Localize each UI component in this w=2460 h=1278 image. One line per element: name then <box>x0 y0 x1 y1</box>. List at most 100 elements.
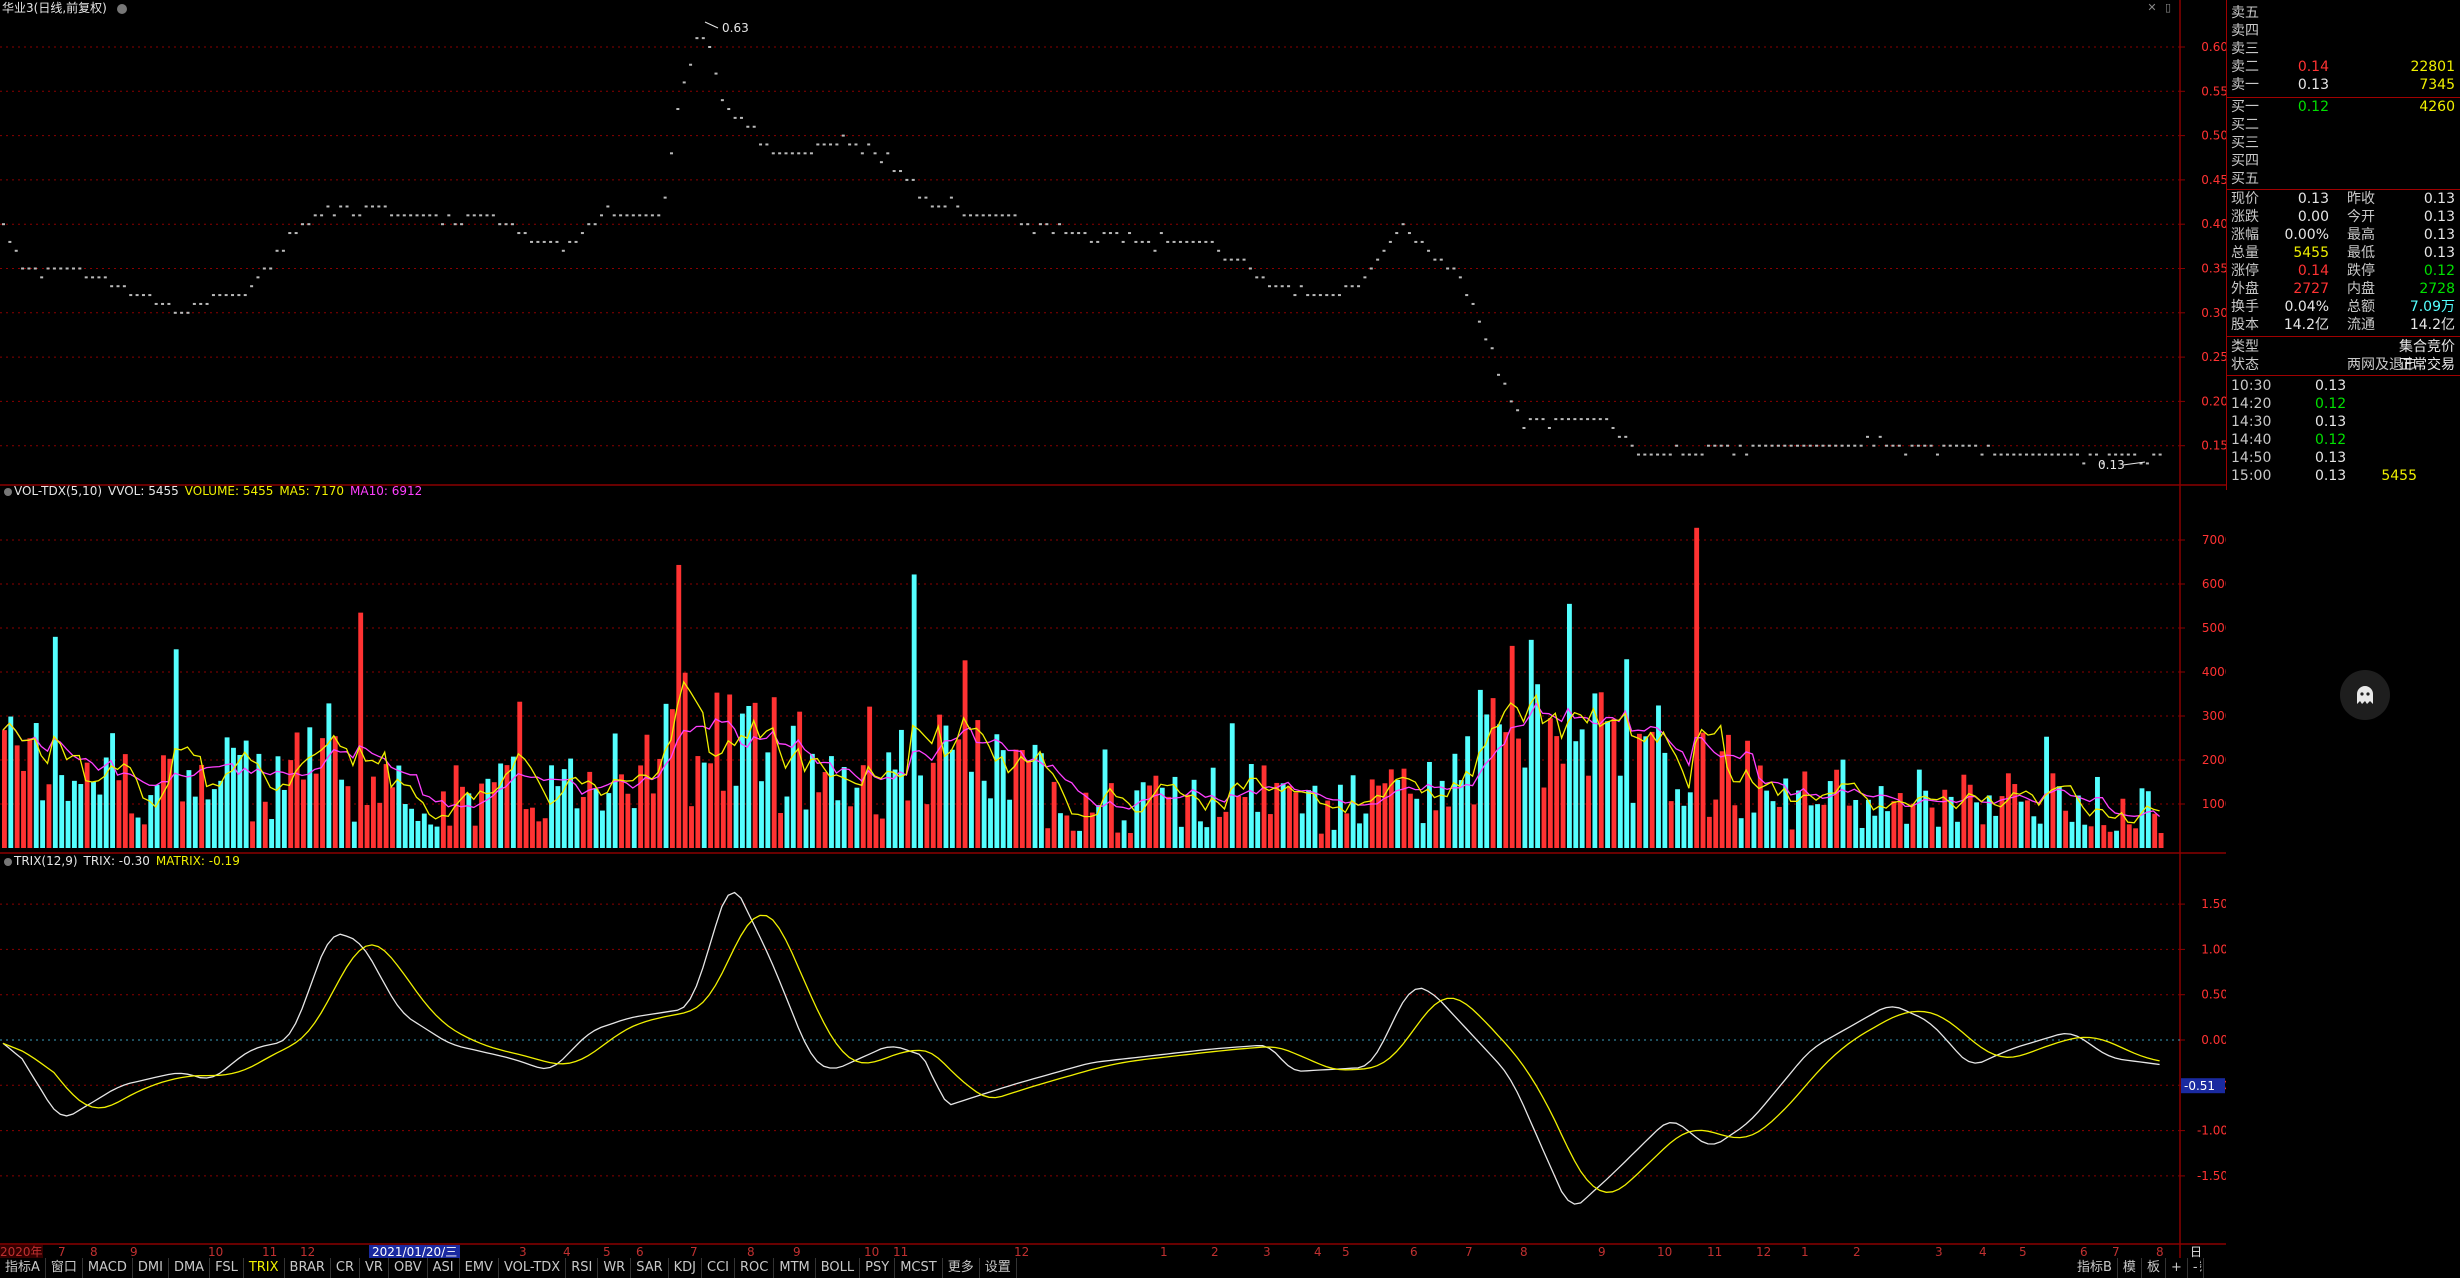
tab-macd[interactable]: MACD <box>83 1258 133 1278</box>
tab-mtm[interactable]: MTM <box>774 1258 816 1278</box>
price-candle <box>1096 240 1100 243</box>
tick-time: 14:30 <box>2231 414 2272 430</box>
price-candle <box>1853 444 1857 447</box>
tab-right-指标B[interactable]: 指标B <box>2072 1258 2118 1278</box>
tab-emv[interactable]: EMV <box>460 1258 499 1278</box>
volume-bar <box>994 734 1000 848</box>
tab-obv[interactable]: OBV <box>389 1258 428 1278</box>
tab-sar[interactable]: SAR <box>631 1258 669 1278</box>
price-candle <box>364 205 368 208</box>
volume-bar <box>218 780 224 848</box>
tab-fsl[interactable]: FSL <box>210 1258 244 1278</box>
price-candle <box>1891 444 1895 447</box>
volume-bar <box>1427 761 1432 848</box>
volume-bar <box>962 660 968 848</box>
tab-boll[interactable]: BOLL <box>816 1258 861 1278</box>
tab-right--[interactable]: - <box>2188 1258 2204 1278</box>
tab-vol-tdx[interactable]: VOL-TDX <box>499 1258 567 1278</box>
tick-row: 14:30 0.13 <box>2231 413 2457 431</box>
price-candle <box>2126 453 2130 456</box>
volume-bar <box>727 694 733 848</box>
price-candle <box>1242 258 1246 261</box>
chart-window[interactable]: 0.60 0.55 0.50 0.45 0.40 0.35 0.30 0.25 0.20 0.15… <box>0 0 2460 1278</box>
volume-bar <box>262 801 268 848</box>
tab-dmi[interactable]: DMI <box>133 1258 169 1278</box>
volume-bar <box>301 779 306 848</box>
tab-roc[interactable]: ROC <box>735 1258 775 1278</box>
volume-bar <box>71 780 77 848</box>
volume-bar <box>797 711 803 848</box>
trix-panel-icon[interactable] <box>4 857 12 866</box>
volume-bar <box>1904 823 1910 848</box>
tab-right-+[interactable]: + <box>2166 1258 2188 1278</box>
tick-time: 14:50 <box>2231 450 2272 466</box>
price-candle <box>1732 453 1736 456</box>
tab-指标a[interactable]: 指标A <box>0 1258 46 1278</box>
tab-更多[interactable]: 更多 <box>943 1258 980 1278</box>
tab-asi[interactable]: ASI <box>428 1258 460 1278</box>
price-candle <box>1624 435 1628 438</box>
price-candle <box>27 267 31 270</box>
price-tick-label: 0.25 <box>2201 350 2226 364</box>
tab-dma[interactable]: DMA <box>169 1258 211 1278</box>
price-candle <box>1382 249 1386 252</box>
price-candle <box>1751 444 1755 447</box>
tab-vr[interactable]: VR <box>360 1258 389 1278</box>
price-candle <box>701 37 705 40</box>
tab-mcst[interactable]: MCST <box>895 1258 943 1278</box>
volume-bar <box>1331 829 1337 848</box>
tab-窗口[interactable]: 窗口 <box>46 1258 83 1278</box>
price-candle <box>1465 294 1469 297</box>
volume-bar <box>784 796 790 848</box>
price-candle <box>2120 453 2124 456</box>
price-candle <box>466 214 470 217</box>
volume-bar <box>1204 827 1210 848</box>
price-candle <box>886 152 890 155</box>
dropdown-icon[interactable] <box>116 3 127 14</box>
tab-rsi[interactable]: RSI <box>566 1258 599 1278</box>
volume-bar <box>135 817 141 848</box>
tab-设置[interactable]: 设置 <box>980 1258 1017 1278</box>
price-candle <box>739 116 743 119</box>
tab-right-模[interactable]: 模 <box>2118 1258 2142 1278</box>
volume-bar <box>1064 815 1070 848</box>
tab-cr[interactable]: CR <box>331 1258 361 1278</box>
volume-bar <box>390 787 395 848</box>
price-candle <box>84 276 88 279</box>
price-candle <box>498 223 502 226</box>
price-candle <box>918 196 922 199</box>
tab-psy[interactable]: PSY <box>860 1258 896 1278</box>
volume-bar <box>1840 759 1846 848</box>
close-icon[interactable]: ✕ <box>2146 2 2158 14</box>
tick-time: 14:20 <box>2231 396 2272 412</box>
restore-icon[interactable]: ▯ <box>2162 2 2174 14</box>
price-candle <box>1923 444 1927 447</box>
cursor-value-label: -0.51 <box>2184 1079 2215 1093</box>
volume-bar <box>141 824 147 848</box>
vol-panel-icon[interactable] <box>4 487 12 496</box>
assistant-ghost-icon[interactable] <box>2340 670 2390 720</box>
price-candle <box>1726 444 1730 447</box>
price-candle <box>460 223 464 226</box>
price-candle <box>1280 285 1284 288</box>
volume-bar <box>281 789 287 848</box>
price-candle <box>949 196 953 199</box>
volume-bar <box>536 821 542 848</box>
price-candle <box>1687 453 1691 456</box>
tab-right-板[interactable]: 板 <box>2142 1258 2166 1278</box>
volume-bar <box>377 802 383 848</box>
tab-cci[interactable]: CCI <box>702 1258 736 1278</box>
price-candle <box>33 267 37 270</box>
tab-kdj[interactable]: KDJ <box>669 1258 703 1278</box>
tab-trix[interactable]: TRIX <box>244 1258 285 1278</box>
price-candle <box>1357 285 1361 288</box>
price-candle <box>1401 223 1405 226</box>
price-candle <box>1872 444 1876 447</box>
tab-brar[interactable]: BRAR <box>285 1258 331 1278</box>
tab-wr[interactable]: WR <box>598 1258 632 1278</box>
price-candle <box>873 152 877 155</box>
price-candle <box>434 214 438 217</box>
volume-bar <box>759 781 764 848</box>
tick-row: 14:20 0.12 <box>2231 395 2457 413</box>
kline-chart-canvas[interactable]: 0.60 0.55 0.50 0.45 0.40 0.35 0.30 0.25 0.20 0.15… <box>0 0 2226 1278</box>
